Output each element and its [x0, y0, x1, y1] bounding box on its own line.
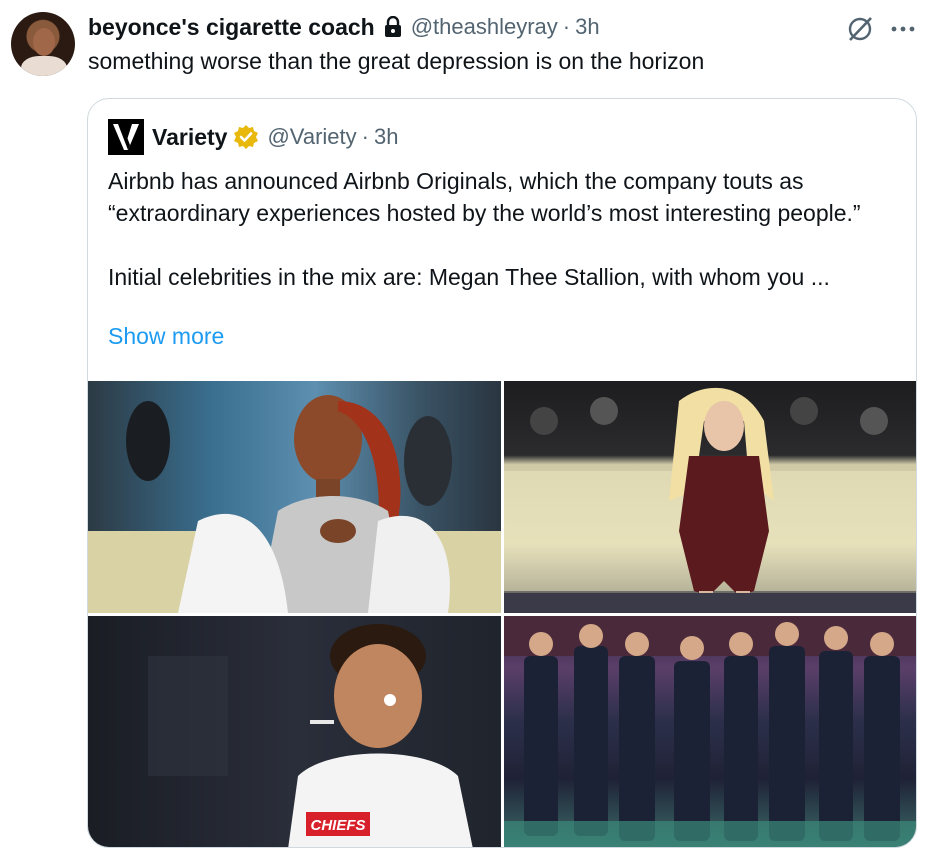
quoted-display-name[interactable]: Variety: [152, 124, 227, 151]
quoted-text: Airbnb has announced Airbnb Originals, w…: [108, 165, 898, 293]
photo-megan[interactable]: [88, 381, 501, 613]
variety-logo-icon[interactable]: [108, 119, 144, 155]
quoted-timestamp[interactable]: 3h: [374, 124, 398, 150]
photo-kpop-group[interactable]: [504, 616, 916, 847]
separator: ·: [562, 14, 571, 39]
grok-icon[interactable]: [845, 14, 875, 44]
tweet-header: beyonce's cigarette coach @theashleyray …: [88, 12, 600, 42]
jersey-text: CHIEFS: [310, 817, 365, 834]
quoted-paragraph-2: Initial celebrities in the mix are: Mega…: [108, 264, 830, 290]
timestamp[interactable]: 3h: [575, 14, 599, 40]
avatar[interactable]: [11, 12, 75, 76]
show-more-link[interactable]: Show more: [108, 323, 224, 350]
media-grid: CHIEFS: [88, 381, 916, 847]
lock-icon: [384, 16, 401, 37]
more-icon[interactable]: [888, 14, 918, 44]
quoted-handle[interactable]: @Variety: [267, 124, 356, 150]
handle[interactable]: @theashleyray: [411, 14, 558, 40]
quoted-separator: ·: [361, 124, 369, 149]
photo-sabrina[interactable]: [504, 381, 916, 613]
quoted-header: Variety @Variety · 3h: [108, 119, 398, 155]
verified-badge-icon: [234, 125, 259, 149]
quoted-paragraph-1: Airbnb has announced Airbnb Originals, w…: [108, 168, 861, 226]
photo-mahomes[interactable]: CHIEFS: [88, 616, 501, 847]
tweet-text: something worse than the great depressio…: [88, 48, 705, 74]
quoted-tweet[interactable]: Variety @Variety · 3h Airbnb has announc…: [87, 98, 917, 848]
tweet[interactable]: beyonce's cigarette coach @theashleyray …: [0, 0, 942, 860]
display-name[interactable]: beyonce's cigarette coach: [88, 14, 375, 41]
